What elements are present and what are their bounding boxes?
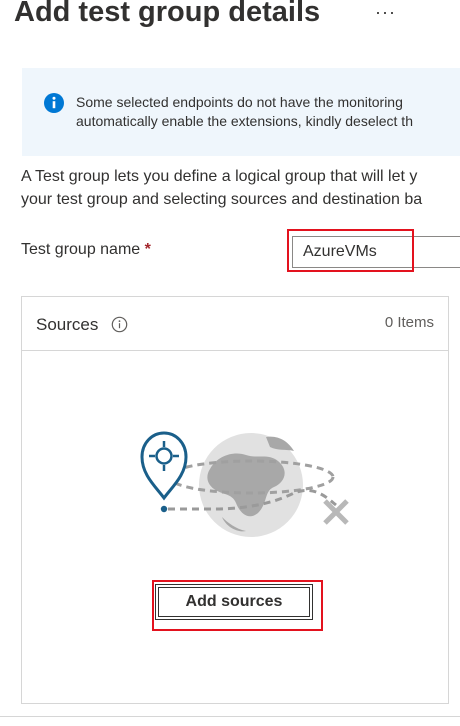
description-line-1: A Test group lets you define a logical g… (21, 168, 418, 185)
info-line-2: automatically enable the extensions, kin… (76, 113, 413, 129)
info-message: Some selected endpoints do not have the … (76, 93, 413, 131)
test-group-name-label-text: Test group name (21, 241, 141, 258)
sources-count: 0 Items (384, 314, 434, 331)
test-group-name-label: Test group name * (21, 241, 151, 259)
description: A Test group lets you define a logical g… (21, 165, 422, 211)
sources-card-header: Sources 0 Items (22, 297, 448, 351)
info-icon (44, 93, 64, 118)
description-line-2: your test group and selecting sources an… (21, 191, 423, 208)
more-ellipsis-icon[interactable]: ··· (375, 2, 396, 23)
sources-card: Sources 0 Items Add sources (21, 296, 449, 704)
bottom-divider (0, 716, 460, 717)
add-sources-button[interactable]: Add sources (155, 584, 313, 620)
sources-title: Sources (36, 315, 99, 334)
page-title: Add test group details (14, 0, 321, 28)
info-line-1: Some selected endpoints do not have the … (76, 94, 403, 110)
globe-location-pin-illustration (118, 425, 358, 550)
required-asterisk: * (144, 241, 151, 258)
info-circle-icon[interactable] (111, 316, 128, 338)
info-bar: Some selected endpoints do not have the … (22, 68, 460, 156)
test-group-name-input[interactable] (292, 236, 460, 268)
